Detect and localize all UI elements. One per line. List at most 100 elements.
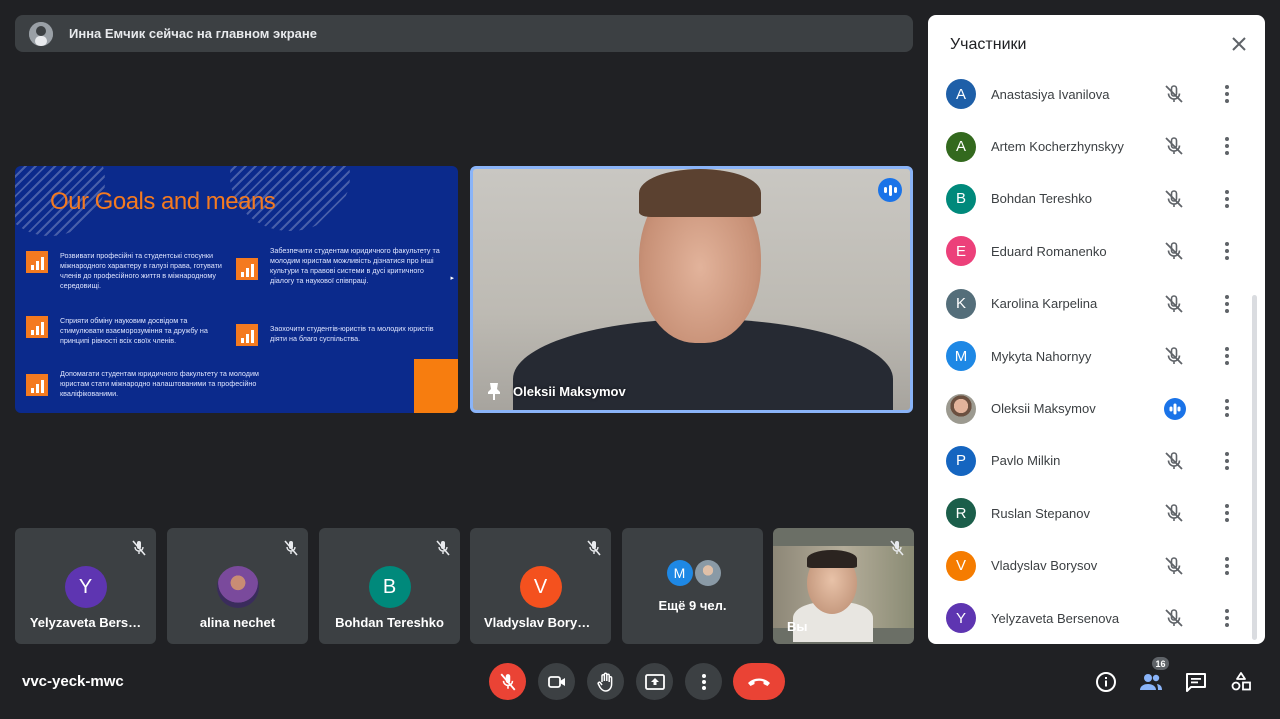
participant-more-button[interactable] (1215, 449, 1239, 478)
participant-name: Yelyzaveta Bersenova (991, 610, 1120, 626)
panel-scrollbar[interactable] (1252, 295, 1257, 640)
slide-decoration-box (414, 359, 458, 413)
more-vert-icon (1225, 451, 1229, 470)
self-view-tile[interactable]: Вы (773, 528, 914, 644)
participant-more-button[interactable] (1215, 344, 1239, 373)
mic-status[interactable] (1163, 345, 1185, 372)
participant-name: Bohdan Tereshko (991, 191, 1092, 207)
mic-status[interactable] (1163, 555, 1185, 582)
participant-row[interactable]: K Karolina Karpelina (928, 278, 1251, 330)
camera-icon (547, 675, 565, 688)
mic-off-icon (890, 540, 904, 556)
active-speaker-tile[interactable]: Oleksii Maksymov (470, 166, 913, 413)
slide-item-text: Заохочити студентів-юристів та молодих ю… (270, 324, 434, 343)
participant-tile[interactable]: B Bohdan Tereshko (319, 528, 460, 644)
people-icon (1140, 674, 1162, 690)
participant-name: Bohdan Tereshko (335, 615, 444, 630)
mic-off-icon (1165, 504, 1183, 522)
participants-panel: Участники A Anastasiya Ivanilova A Artem Ko… (928, 15, 1265, 644)
participant-name: alina nechet (199, 615, 276, 630)
avatar: V (519, 566, 562, 608)
participant-tile[interactable]: alina nechet (167, 528, 308, 644)
present-screen-button[interactable] (636, 663, 673, 700)
participant-row[interactable]: P Pavlo Milkin (928, 435, 1251, 487)
participant-tile[interactable]: Y Yelyzaveta Bers… (15, 528, 156, 644)
mic-status[interactable] (1163, 502, 1185, 529)
more-vert-icon (1225, 137, 1229, 156)
leave-call-button[interactable] (733, 663, 785, 700)
participant-more-button[interactable] (1215, 82, 1239, 111)
raise-hand-button[interactable] (587, 663, 624, 700)
mic-off-icon (500, 673, 515, 690)
participant-more-button[interactable] (1215, 501, 1239, 530)
slide-item-text: Забезпечити студентам юридичного факульт… (270, 246, 440, 285)
participant-more-button[interactable] (1215, 554, 1239, 583)
pin-icon[interactable] (487, 382, 501, 400)
camera-toggle-button[interactable] (538, 663, 575, 700)
panel-title: Участники (950, 36, 1027, 53)
participant-row[interactable]: B Bohdan Tereshko (928, 173, 1251, 225)
participant-more-button[interactable] (1215, 606, 1239, 635)
mic-status[interactable] (1163, 293, 1185, 320)
participants-button[interactable] (1136, 667, 1166, 697)
more-participants-text: Ещё 9 чел. (658, 598, 727, 613)
participant-more-button[interactable] (1215, 396, 1239, 425)
avatar: V (946, 550, 976, 581)
participant-row[interactable]: V Vladyslav Borysov (928, 540, 1251, 592)
participant-more-button[interactable] (1215, 134, 1239, 163)
mic-off-icon (1165, 294, 1183, 313)
hand-icon (596, 672, 612, 692)
mic-toggle-button[interactable] (489, 663, 526, 700)
presentation-tile[interactable]: Our Goals and means Розвивати професійні… (15, 166, 458, 413)
mic-status[interactable] (1163, 188, 1185, 215)
meeting-details-button[interactable] (1091, 667, 1121, 697)
meeting-code: vvc-yeck-mwc (22, 673, 124, 690)
avatar: Y (64, 566, 107, 608)
avatar: M (946, 341, 976, 372)
more-vert-icon (1225, 189, 1229, 208)
speaker-name: Oleksii Maksymov (513, 383, 626, 399)
activities-button[interactable] (1226, 667, 1256, 697)
mic-status[interactable] (1163, 450, 1185, 477)
participant-row[interactable]: E Eduard Romanenko (928, 225, 1251, 277)
participant-more-button[interactable] (1215, 292, 1239, 321)
participant-row[interactable]: M Mykyta Nahornyy (928, 330, 1251, 382)
participant-row[interactable]: Y Yelyzaveta Bersenova (928, 592, 1251, 644)
presenting-text: Инна Емчик сейчас на главном экране (69, 26, 317, 41)
participant-more-button[interactable] (1215, 239, 1239, 268)
speaking-indicator[interactable] (1163, 397, 1187, 426)
close-icon[interactable] (1231, 36, 1247, 52)
speaking-indicator-icon (1164, 398, 1186, 421)
mic-status[interactable] (1163, 135, 1185, 162)
participant-name: Vladyslav Borysov (991, 558, 1098, 574)
more-options-button[interactable] (685, 663, 722, 700)
mic-off-icon (1165, 137, 1183, 156)
participant-name: Anastasiya Ivanilova (991, 86, 1110, 102)
participant-name: Oleksii Maksymov (991, 401, 1096, 417)
self-name: Вы (787, 619, 808, 634)
more-vert-icon (701, 673, 706, 690)
participant-row[interactable]: A Anastasiya Ivanilova (928, 68, 1251, 120)
participant-name: Mykyta Nahornyy (991, 348, 1092, 364)
more-vert-icon (1225, 242, 1229, 261)
mic-off-icon (1165, 347, 1183, 365)
mic-off-icon (1165, 85, 1183, 103)
more-participants-tile[interactable]: M Ещё 9 чел. (622, 528, 763, 644)
participant-tile[interactable]: V Vladyslav Borys… (470, 528, 611, 644)
slide-item: Заохочити студентів-юристів та молодих ю… (236, 324, 441, 346)
present-icon (644, 673, 665, 690)
participant-more-button[interactable] (1215, 187, 1239, 216)
hang-up-icon (748, 678, 770, 686)
participant-row[interactable]: R Ruslan Stepanov (928, 487, 1251, 539)
mic-status[interactable] (1163, 240, 1185, 267)
slide-arrow-icon: ▸ (450, 275, 454, 282)
avatar: R (946, 498, 976, 529)
participant-row[interactable]: Oleksii Maksymov (928, 382, 1251, 434)
mic-status[interactable] (1163, 607, 1185, 634)
chart-icon (236, 258, 258, 280)
speaking-indicator-icon (878, 178, 902, 202)
chart-icon (26, 251, 48, 273)
participant-row[interactable]: A Artem Kocherzhynskyy (928, 120, 1251, 172)
chat-button[interactable] (1181, 667, 1211, 697)
mic-status[interactable] (1163, 83, 1185, 110)
